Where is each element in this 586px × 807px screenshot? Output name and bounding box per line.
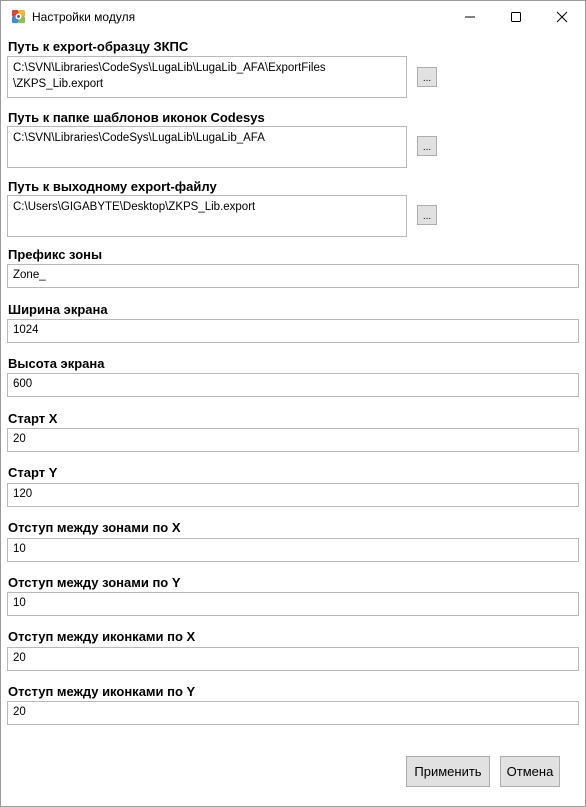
close-button[interactable]	[539, 1, 585, 33]
app-icon	[11, 9, 26, 24]
icon-spacing-y-label: Отступ между иконками по Y	[8, 684, 196, 699]
settings-window: Настройки модуля Путь к export-образцу З…	[0, 0, 586, 807]
icon-templates-browse-button[interactable]: ...	[417, 136, 437, 156]
icon-templates-path-input[interactable]: C:\SVN\Libraries\CodeSys\LugaLib\LugaLib…	[7, 126, 407, 168]
screen-height-input[interactable]: 600	[7, 373, 579, 397]
zone-spacing-x-label: Отступ между зонами по X	[8, 520, 181, 535]
maximize-button[interactable]	[493, 1, 539, 33]
maximize-icon	[511, 12, 521, 22]
apply-button[interactable]: Применить	[406, 756, 490, 787]
start-x-label: Старт X	[8, 411, 58, 426]
icon-spacing-x-label: Отступ между иконками по X	[8, 629, 196, 644]
icon-templates-path-label: Путь к папке шаблонов иконок Codesys	[8, 110, 265, 125]
close-icon	[556, 11, 568, 23]
minimize-icon	[465, 16, 475, 18]
start-y-label: Старт Y	[8, 465, 58, 480]
start-x-input[interactable]: 20	[7, 428, 579, 452]
screen-width-label: Ширина экрана	[8, 302, 108, 317]
zone-prefix-label: Префикс зоны	[8, 247, 103, 262]
output-export-path-input[interactable]: C:\Users\GIGABYTE\Desktop\ZKPS_Lib.expor…	[7, 195, 407, 237]
icon-spacing-x-input[interactable]: 20	[7, 647, 579, 671]
start-y-input[interactable]: 120	[7, 483, 579, 507]
window-title: Настройки модуля	[32, 10, 136, 24]
zone-prefix-input[interactable]: Zone_	[7, 264, 579, 288]
export-sample-path-label: Путь к export-образцу ЗКПС	[8, 39, 189, 54]
output-export-browse-button[interactable]: ...	[417, 205, 437, 225]
export-sample-path-input[interactable]: C:\SVN\Libraries\CodeSys\LugaLib\LugaLib…	[7, 56, 407, 98]
export-sample-browse-button[interactable]: ...	[417, 67, 437, 87]
cancel-button[interactable]: Отмена	[500, 756, 560, 787]
zone-spacing-y-input[interactable]: 10	[7, 592, 579, 616]
screen-width-input[interactable]: 1024	[7, 319, 579, 343]
zone-spacing-y-label: Отступ между зонами по Y	[8, 575, 181, 590]
title-bar[interactable]: Настройки модуля	[1, 1, 585, 33]
output-export-path-label: Путь к выходному export-файлу	[8, 179, 217, 194]
zone-spacing-x-input[interactable]: 10	[7, 538, 579, 562]
icon-spacing-y-input[interactable]: 20	[7, 701, 579, 725]
minimize-button[interactable]	[447, 1, 493, 33]
screen-height-label: Высота экрана	[8, 356, 105, 371]
